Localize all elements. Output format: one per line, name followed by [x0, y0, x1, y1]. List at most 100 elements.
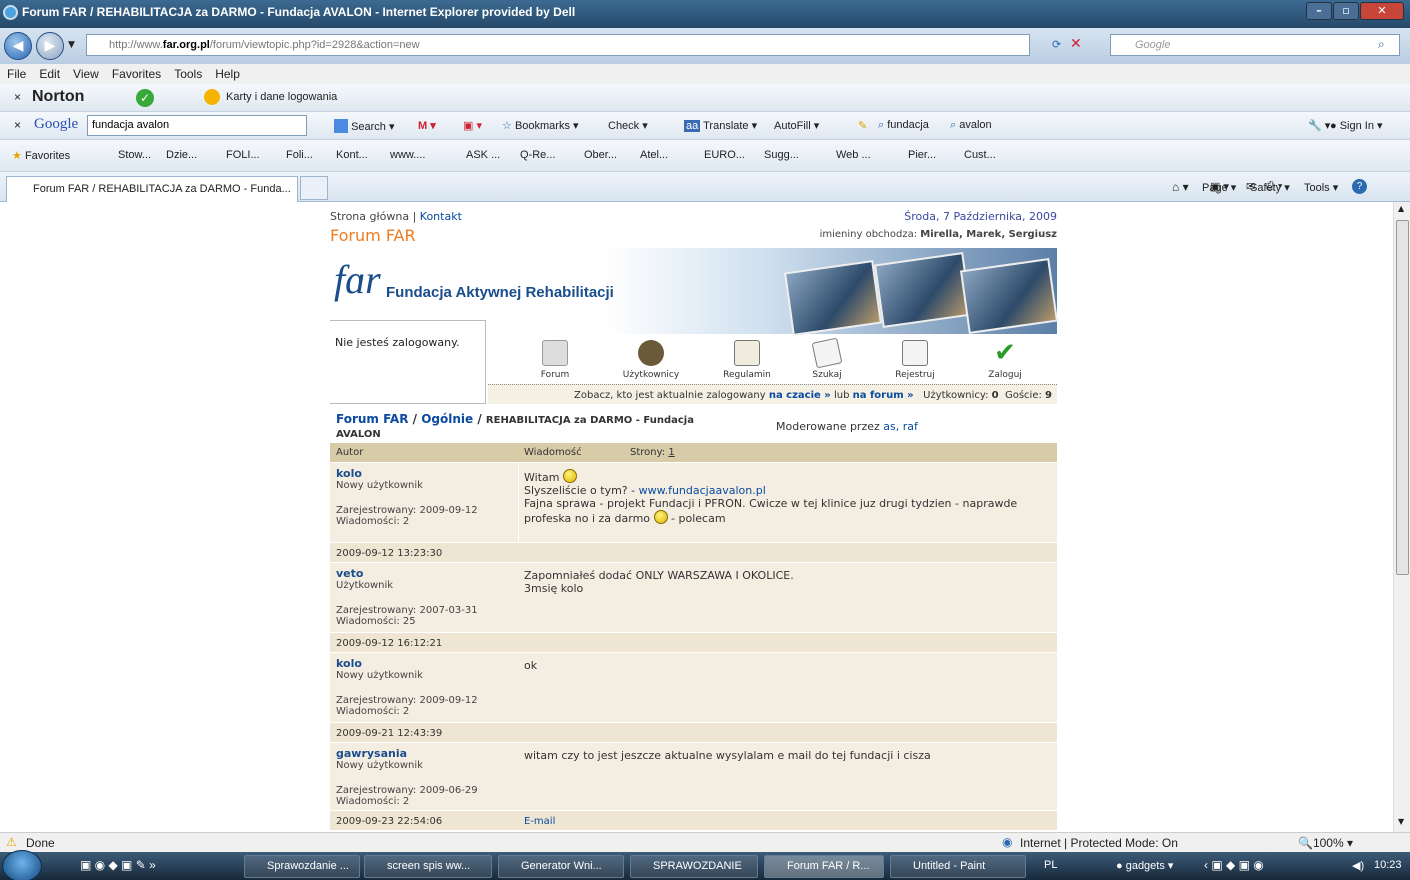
start-button[interactable] [2, 850, 42, 880]
google-search-input[interactable]: fundacja avalon [87, 115, 307, 136]
forum-title[interactable]: Forum FAR [330, 226, 416, 245]
safety-button[interactable]: Safety ▾ [1250, 181, 1290, 194]
post: kolo Nowy użytkownik Zarejestrowany: 2009-… [330, 462, 1057, 543]
nav-forum[interactable]: Forum [520, 334, 590, 380]
zoom-level[interactable]: 🔍100% ▾ [1298, 836, 1353, 850]
refresh-icon[interactable]: ⟳ [1052, 38, 1061, 51]
favorite-item[interactable]: Ober... [584, 149, 617, 161]
tab-forum-far[interactable]: Forum FAR / REHABILITACJA za DARMO - Fun… [6, 176, 298, 202]
security-zone[interactable]: Internet | Protected Mode: On [1020, 836, 1178, 850]
menu-view[interactable]: View [66, 64, 105, 81]
search-input[interactable]: Google [1110, 34, 1400, 56]
norton-logo[interactable]: Norton [32, 88, 84, 106]
search-icon[interactable]: ⌕ [1378, 37, 1385, 52]
tools-button[interactable]: Tools ▾ [1304, 181, 1338, 194]
crumb-general[interactable]: Ogólnie [421, 412, 473, 426]
chat-link[interactable]: na czacie » [769, 390, 831, 401]
maximize-button[interactable]: ▫ [1333, 2, 1359, 20]
favorite-item[interactable]: Web ... [836, 149, 871, 161]
address-input[interactable]: http://www.far.org.pl/forum/viewtopic.ph… [86, 34, 1030, 56]
contact-link[interactable]: Kontakt [420, 210, 462, 223]
post-registered: Zarejestrowany: 2009-06-29 [336, 785, 478, 796]
favorite-item[interactable]: EURO... [704, 149, 745, 161]
forum-online-link[interactable]: na forum » [853, 390, 914, 401]
favorite-item[interactable]: www.... [390, 149, 425, 161]
nav-register[interactable]: Rejestruj [880, 334, 950, 380]
favorite-item[interactable]: Foli... [286, 149, 313, 161]
forward-button[interactable]: ▶ [36, 32, 64, 60]
favorite-item[interactable]: Q-Re... [520, 149, 555, 161]
table-header: Autor Wiadomość Strony: 1 [330, 443, 1057, 462]
sign-in-button[interactable]: ● Sign In ▾ [1330, 119, 1383, 132]
highlight-icon[interactable]: ✎ [858, 119, 867, 132]
gadgets-button[interactable]: ● gadgets ▾ [1116, 859, 1173, 872]
menu-edit[interactable]: Edit [32, 64, 66, 81]
taskbar-item[interactable]: Generator Wni... [498, 855, 624, 878]
nav-search[interactable]: Szukaj [792, 334, 862, 380]
spellcheck-button[interactable]: Check ▾ [608, 119, 648, 132]
page-link[interactable]: 1 [668, 447, 674, 458]
post-author[interactable]: kolo [336, 657, 516, 670]
vertical-scrollbar[interactable]: ▲ ▼ [1393, 202, 1410, 832]
language-indicator[interactable]: PL [1044, 859, 1057, 871]
search-term-fundacja[interactable]: ⌕ fundacja [878, 119, 929, 132]
taskbar-item[interactable]: Sprawozdanie ... [244, 855, 360, 878]
scroll-up-icon[interactable]: ▲ [1398, 204, 1404, 213]
taskbar-item[interactable]: Forum FAR / R... [764, 855, 884, 878]
favorite-item[interactable]: Dzie... [166, 149, 197, 161]
clock[interactable]: 10:23 [1374, 859, 1402, 871]
menu-favorites[interactable]: Favorites [105, 64, 167, 81]
minimize-button[interactable]: – [1306, 2, 1332, 20]
post-author[interactable]: gawrysania [336, 747, 516, 760]
identity-safe-menu[interactable]: Karty i dane logowania [226, 91, 337, 103]
google-search-button[interactable]: Search ▾ [334, 119, 395, 133]
volume-icon[interactable]: ◀) [1352, 859, 1364, 872]
crumb-forum[interactable]: Forum FAR [336, 412, 408, 426]
toolbar-close-icon[interactable]: × [14, 118, 21, 132]
search-term-avalon[interactable]: ⌕ avalon [950, 119, 992, 132]
page-button[interactable]: Page ▾ [1202, 181, 1236, 194]
taskbar-item[interactable]: Untitled - Paint [890, 855, 1026, 878]
menu-file[interactable]: File [0, 64, 32, 81]
recent-pages-icon[interactable]: ▼ [68, 40, 75, 50]
email-link[interactable]: E-mail [524, 816, 555, 827]
toolbar-close-icon[interactable]: × [14, 90, 21, 104]
autofill-button[interactable]: AutoFill ▾ [774, 119, 819, 132]
stop-icon[interactable]: ✕ [1070, 36, 1082, 52]
nav-users[interactable]: Użytkownicy [616, 334, 686, 380]
nav-login[interactable]: ✔ Zaloguj [970, 334, 1040, 380]
breadcrumb: Forum FAR / Ogólnie / REHABILITACJA za D… [336, 412, 694, 440]
favorite-item[interactable]: Atel... [640, 149, 668, 161]
scroll-down-icon[interactable]: ▼ [1398, 817, 1404, 826]
favorite-item[interactable]: ASK ... [466, 149, 500, 161]
menu-help[interactable]: Help [208, 64, 246, 81]
external-link[interactable]: www.fundacjaavalon.pl [639, 484, 766, 497]
translate-button[interactable]: aa Translate ▾ [684, 119, 757, 132]
pagerank-icon[interactable]: ▣ ▾ [463, 119, 482, 132]
taskbar-item[interactable]: SPRAWOZDANIE [630, 855, 758, 878]
post-author[interactable]: kolo [336, 467, 516, 480]
bookmarks-button[interactable]: ☆ Bookmarks ▾ [502, 119, 579, 132]
wrench-icon[interactable]: 🔧 ▾ [1308, 119, 1330, 132]
close-button[interactable]: ✕ [1360, 2, 1404, 20]
favorite-item[interactable]: Cust... [964, 149, 996, 161]
back-button[interactable]: ◀ [4, 32, 32, 60]
scroll-thumb[interactable] [1396, 220, 1409, 575]
favorites-button[interactable]: ★ Favorites [12, 149, 70, 162]
norton-check-icon[interactable]: ✓ [136, 89, 154, 107]
new-tab-button[interactable] [300, 176, 328, 200]
taskbar-item[interactable]: screen spis ww... [364, 855, 492, 878]
moderators-link[interactable]: as, raf [883, 420, 918, 433]
favorite-item[interactable]: Sugg... [764, 149, 799, 161]
home-icon[interactable]: ⌂ ▾ [1172, 180, 1189, 194]
menu-tools[interactable]: Tools [167, 64, 208, 81]
help-icon[interactable]: ? [1352, 179, 1367, 194]
favorite-item[interactable]: Pier... [908, 149, 936, 161]
favorite-item[interactable]: Stow... [118, 149, 151, 161]
gmail-icon[interactable]: M ▾ [418, 119, 436, 132]
nav-rules[interactable]: Regulamin [712, 334, 782, 380]
post-author[interactable]: veto [336, 567, 516, 580]
favorite-item[interactable]: Kont... [336, 149, 368, 161]
favorite-item[interactable]: FOLI... [226, 149, 260, 161]
home-link[interactable]: Strona główna [330, 210, 409, 223]
